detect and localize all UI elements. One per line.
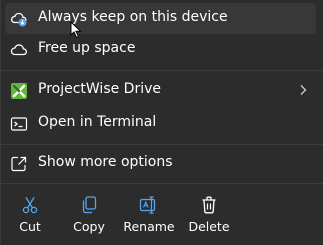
menu-item-label: Free up space <box>38 40 136 56</box>
menu-item-label: Show more options <box>38 154 173 170</box>
cut-button[interactable]: Cut <box>2 189 58 239</box>
rename-icon <box>139 196 156 214</box>
copy-label: Copy <box>73 219 105 234</box>
context-menu: Always keep on this device Free up space… <box>0 0 323 245</box>
menu-item-show-more-options[interactable]: Show more options <box>5 148 316 179</box>
copy-icon <box>82 196 97 214</box>
menu-item-label: Open in Terminal <box>38 114 157 130</box>
menu-item-projectwise-drive[interactable]: ProjectWise Drive <box>5 75 316 106</box>
cloud-sync-icon <box>11 12 27 27</box>
cut-label: Cut <box>19 219 41 234</box>
menu-item-free-up-space[interactable]: Free up space <box>5 34 316 65</box>
trash-icon <box>202 196 216 214</box>
menu-item-open-in-terminal[interactable]: Open in Terminal <box>5 108 316 139</box>
menu-item-always-keep[interactable]: Always keep on this device <box>5 3 316 34</box>
chevron-right-icon <box>300 85 307 95</box>
scissors-icon <box>22 197 38 214</box>
menu-divider <box>1 183 323 184</box>
rename-button[interactable]: Rename <box>121 189 177 239</box>
menu-divider <box>1 144 323 145</box>
menu-divider <box>1 70 323 71</box>
share-external-icon <box>11 156 27 172</box>
terminal-icon <box>10 117 28 131</box>
projectwise-icon <box>11 83 27 99</box>
rename-label: Rename <box>123 219 175 234</box>
menu-item-label: ProjectWise Drive <box>38 81 162 97</box>
mouse-cursor-icon <box>70 21 82 39</box>
delete-button[interactable]: Delete <box>181 189 237 239</box>
delete-label: Delete <box>188 219 230 234</box>
menu-item-label: Always keep on this device <box>38 9 228 25</box>
copy-button[interactable]: Copy <box>61 189 117 239</box>
cloud-icon <box>10 44 27 56</box>
